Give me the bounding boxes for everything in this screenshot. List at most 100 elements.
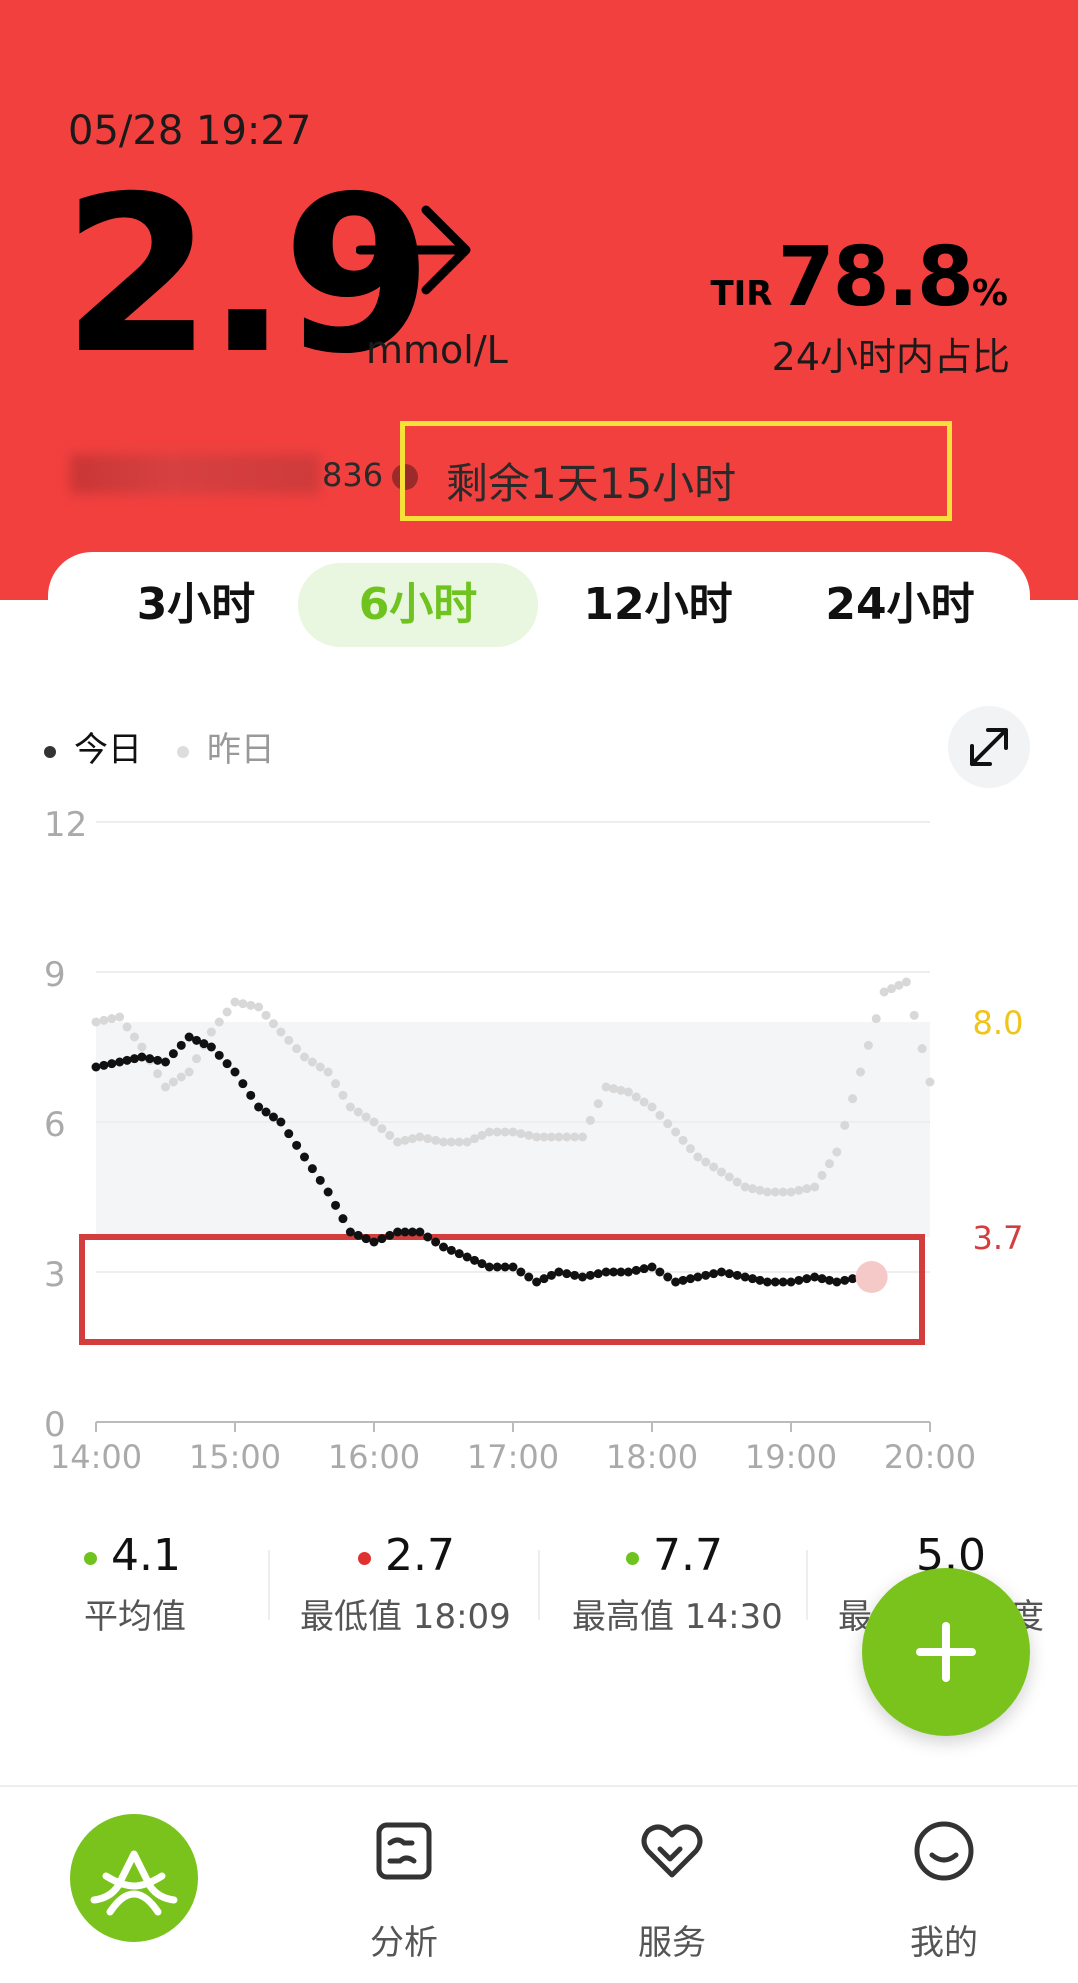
yesterday-point: [701, 1157, 711, 1167]
yesterday-point: [345, 1102, 355, 1112]
yesterday-point: [570, 1132, 580, 1142]
legend-today[interactable]: 今日: [74, 730, 142, 770]
yesterday-point: [415, 1132, 425, 1142]
yesterday-point: [361, 1112, 371, 1122]
yesterday-point: [99, 1015, 109, 1025]
today-point: [794, 1275, 804, 1285]
yesterday-point: [153, 1069, 163, 1079]
yesterday-point: [693, 1152, 703, 1162]
today-point: [261, 1107, 271, 1117]
yesterday-point: [601, 1082, 611, 1092]
yesterday-point: [192, 1054, 202, 1064]
tab-3h[interactable]: 3小时: [96, 563, 296, 647]
today-point: [423, 1232, 433, 1242]
sensor-serial: 836: [70, 448, 383, 498]
yesterday-point: [755, 1185, 765, 1195]
yesterday-point: [824, 1159, 834, 1169]
yesterday-point: [717, 1167, 726, 1177]
yesterday-point: [323, 1067, 333, 1077]
today-point: [647, 1262, 657, 1272]
yesterday-point: [284, 1035, 294, 1045]
x-tick-label: 14:00: [50, 1438, 142, 1476]
today-point: [701, 1270, 711, 1280]
today-point: [338, 1214, 348, 1224]
stat-maximum-label: 最高值 14:30: [572, 1597, 783, 1637]
yesterday-point: [516, 1129, 526, 1139]
yesterday-point: [817, 1170, 827, 1180]
yesterday-point: [91, 1017, 101, 1027]
reading-datetime: 05/28 19:27: [68, 108, 312, 154]
legend-yesterday-dot: [176, 745, 189, 758]
yesterday-point: [206, 1027, 216, 1037]
yesterday-point: [276, 1027, 286, 1037]
today-point: [748, 1274, 758, 1284]
nav-analysis[interactable]: 分析: [304, 1787, 504, 1983]
today-point: [778, 1277, 788, 1287]
yesterday-point: [832, 1147, 842, 1157]
stat-maximum: 7.7 最高值 14:30: [572, 1530, 783, 1638]
today-point: [137, 1052, 147, 1062]
today-point: [709, 1269, 719, 1279]
yesterday-point: [292, 1044, 302, 1054]
glucose-curve-icon: [90, 1850, 178, 1916]
today-point: [585, 1270, 595, 1280]
add-record-button[interactable]: [862, 1568, 1030, 1736]
nav-profile[interactable]: 我的: [844, 1787, 1044, 1983]
yesterday-point: [115, 1012, 125, 1022]
smiley-profile-icon: [914, 1821, 974, 1881]
today-point: [439, 1242, 448, 1252]
yesterday-point: [562, 1132, 572, 1142]
expand-chart-button[interactable]: [948, 706, 1030, 788]
yesterday-point: [353, 1107, 363, 1117]
today-point: [315, 1175, 325, 1185]
yesterday-point: [609, 1084, 619, 1094]
yesterday-point: [786, 1187, 796, 1197]
yesterday-point: [655, 1110, 665, 1120]
yesterday-point: [802, 1184, 812, 1194]
yesterday-point: [794, 1185, 804, 1195]
yesterday-point: [810, 1182, 820, 1192]
tab-12h[interactable]: 12小时: [558, 563, 758, 647]
yesterday-point: [423, 1134, 433, 1144]
today-point: [492, 1262, 502, 1272]
stat-average: 4.1 平均值: [84, 1530, 186, 1638]
x-tick-label: 19:00: [745, 1438, 837, 1476]
stat-divider: [268, 1550, 270, 1620]
nav-service[interactable]: 服务: [572, 1787, 772, 1983]
yesterday-point: [848, 1094, 858, 1104]
today-point: [276, 1117, 286, 1127]
yesterday-point: [585, 1115, 595, 1125]
today-point: [331, 1200, 341, 1210]
today-point: [508, 1262, 518, 1272]
tir-label: TIR: [710, 274, 773, 314]
yesterday-point: [331, 1079, 341, 1089]
x-tick-label: 16:00: [328, 1438, 420, 1476]
yesterday-point: [554, 1132, 564, 1142]
today-point: [685, 1274, 695, 1284]
x-tick-label: 20:00: [884, 1438, 976, 1476]
yesterday-point: [840, 1120, 850, 1130]
yesterday-point: [431, 1135, 441, 1145]
legend-today-dot: [44, 745, 56, 758]
yesterday-point: [484, 1127, 494, 1137]
yesterday-point: [909, 1010, 919, 1020]
yesterday-point: [338, 1090, 348, 1100]
yesterday-point: [446, 1137, 456, 1147]
yesterday-point: [663, 1119, 673, 1129]
stat-divider: [806, 1550, 808, 1620]
yesterday-point: [307, 1057, 317, 1067]
yesterday-point: [369, 1117, 379, 1127]
tab-6h[interactable]: 6小时: [298, 563, 538, 647]
yesterday-point: [214, 1017, 224, 1027]
glucose-home-button[interactable]: [70, 1814, 198, 1942]
tab-24h[interactable]: 24小时: [800, 563, 1000, 647]
today-point: [284, 1129, 294, 1139]
current-reading-point: [855, 1261, 888, 1293]
y-tick-label: 3: [44, 1255, 66, 1295]
stat-divider: [538, 1550, 540, 1620]
tir-subtitle: 24小时内占比: [771, 335, 1010, 379]
legend-yesterday[interactable]: 昨日: [207, 730, 275, 770]
y-tick-label: 6: [44, 1105, 66, 1145]
yesterday-point: [639, 1097, 649, 1107]
y-tick-label: 9: [44, 955, 66, 995]
